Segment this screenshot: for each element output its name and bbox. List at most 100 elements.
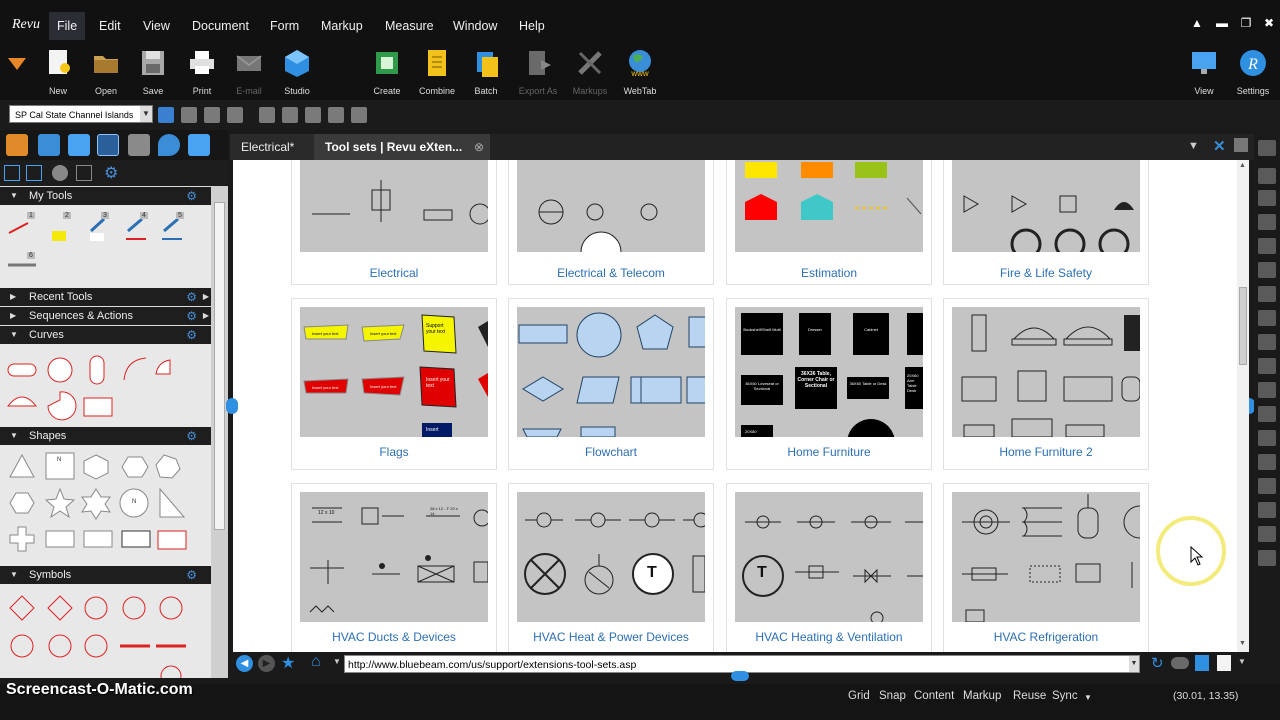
- quick-menu-icon[interactable]: [8, 58, 26, 72]
- section-recent-tools[interactable]: ▶ Recent Tools ⚙ ▶: [0, 288, 211, 306]
- bookmark-icon[interactable]: [1195, 655, 1209, 671]
- fill-icon[interactable]: [204, 107, 220, 123]
- scissors-icon[interactable]: [259, 107, 275, 123]
- panel-scrollbar[interactable]: [211, 186, 228, 678]
- minimize-icon[interactable]: ▬: [1215, 16, 1229, 30]
- help-up-icon[interactable]: ▲: [1190, 16, 1204, 30]
- close-icon[interactable]: ✖: [1262, 16, 1276, 30]
- url-dropdown-icon[interactable]: ▼: [1129, 656, 1139, 672]
- menu-window[interactable]: Window: [445, 12, 505, 40]
- status-content[interactable]: Content: [914, 690, 954, 702]
- menu-form[interactable]: Form: [262, 12, 307, 40]
- cloud-icon[interactable]: [1258, 358, 1276, 374]
- tab-tool-sets[interactable]: Tool sets | Revu eXten... ⊗: [314, 134, 490, 160]
- stamp-icon[interactable]: [1258, 214, 1276, 230]
- toolset-card-flags[interactable]: Insert your text Insert your text Suppor…: [291, 298, 497, 470]
- webtab-button[interactable]: www WebTab: [613, 46, 667, 98]
- paperclip-icon[interactable]: [305, 107, 321, 123]
- section-shapes[interactable]: ▼ Shapes ⚙: [0, 427, 211, 445]
- panel-tab-pages[interactable]: [188, 134, 210, 156]
- forward-icon[interactable]: ▶: [258, 655, 275, 672]
- toolset-card-hvac-heat-power[interactable]: T HVAC Heat & Power Devices: [508, 483, 714, 652]
- panel-tab-properties[interactable]: [6, 134, 28, 156]
- tab-menu-icon[interactable]: [1234, 138, 1248, 152]
- curve-tools[interactable]: [6, 350, 196, 426]
- toolset-card-hvac-refrigeration[interactable]: HVAC Refrigeration: [943, 483, 1149, 652]
- highlight-icon[interactable]: [1258, 238, 1276, 254]
- new-button[interactable]: New: [31, 46, 85, 98]
- menu-help[interactable]: Help: [511, 12, 553, 40]
- studio-button[interactable]: Studio: [270, 46, 324, 98]
- curve-icon[interactable]: [1258, 454, 1276, 470]
- measure-icon[interactable]: [1258, 502, 1276, 518]
- section-sequences-actions[interactable]: ▶ Sequences & Actions ⚙ ▶: [0, 307, 211, 325]
- card-title[interactable]: Home Furniture 2: [944, 445, 1148, 459]
- toolset-card-home-furniture-2[interactable]: Home Furniture 2: [943, 298, 1149, 470]
- status-sync[interactable]: Sync: [1052, 690, 1078, 702]
- home-icon[interactable]: ⌂: [311, 653, 321, 671]
- scroll-down-icon[interactable]: ▼: [1239, 640, 1246, 647]
- printer-icon[interactable]: [1258, 190, 1276, 206]
- sync-dropdown-icon[interactable]: ▼: [1084, 693, 1092, 702]
- open-button[interactable]: Open: [79, 46, 133, 98]
- toolset-card-fire-life-safety[interactable]: Fire & Life Safety: [943, 160, 1149, 285]
- status-markup[interactable]: Markup: [963, 690, 1001, 702]
- my-tools-icons[interactable]: [6, 213, 196, 283]
- panel-tab-layers[interactable]: [128, 134, 150, 156]
- save-button[interactable]: Save: [126, 46, 180, 98]
- image-icon[interactable]: [328, 107, 344, 123]
- eraser-tool-icon[interactable]: [1258, 478, 1276, 494]
- panel-splitter-left[interactable]: [226, 398, 238, 414]
- scale-icon[interactable]: [1258, 526, 1276, 542]
- menu-view[interactable]: View: [135, 12, 178, 40]
- toolset-card-hvac-ducts-devices[interactable]: 12 x 10 28 x 12 - F 20 x 14 HVAC Ducts &…: [291, 483, 497, 652]
- toolset-card-electrical[interactable]: Electrical: [291, 160, 497, 285]
- card-title[interactable]: HVAC Refrigeration: [944, 630, 1148, 644]
- toolset-card-home-furniture[interactable]: Bookshelf/Shelf Multi Dresser Cabinet 36…: [726, 298, 932, 470]
- polyline-icon[interactable]: [1258, 310, 1276, 326]
- binoculars-icon[interactable]: [1171, 657, 1189, 669]
- card-title[interactable]: Fire & Life Safety: [944, 266, 1148, 280]
- menu-measure[interactable]: Measure: [377, 12, 442, 40]
- tab-close-icon[interactable]: ⊗: [474, 134, 484, 160]
- close-tab-icon[interactable]: ✕: [1213, 137, 1226, 155]
- pen-icon[interactable]: [1258, 140, 1276, 156]
- toolset-card-electrical-telecom[interactable]: Electrical & Telecom: [508, 160, 714, 285]
- print-button[interactable]: Print: [175, 46, 229, 98]
- panel-tab-pen[interactable]: [38, 134, 60, 156]
- bottom-splitter[interactable]: [731, 671, 749, 681]
- markups-button[interactable]: Markups: [563, 46, 617, 98]
- section-curves[interactable]: ▼ Curves ⚙: [0, 326, 211, 344]
- paint-bucket-icon[interactable]: [158, 107, 174, 123]
- menu-document[interactable]: Document: [184, 12, 257, 40]
- arc-icon[interactable]: [1258, 334, 1276, 350]
- export-button[interactable]: Export As: [511, 46, 565, 98]
- content-scroll-thumb[interactable]: [1239, 287, 1247, 365]
- status-snap[interactable]: Snap: [879, 690, 906, 702]
- panel-tab-thumbnails[interactable]: [68, 134, 90, 156]
- card-title[interactable]: Electrical & Telecom: [509, 266, 713, 280]
- status-grid[interactable]: Grid: [848, 690, 870, 702]
- card-title[interactable]: Flowchart: [509, 445, 713, 459]
- tab-electrical[interactable]: Electrical*: [230, 134, 314, 160]
- panel-tab-tool-chest[interactable]: [97, 134, 119, 156]
- email-button[interactable]: E-mail: [222, 46, 276, 98]
- card-title[interactable]: HVAC Heat & Power Devices: [509, 630, 713, 644]
- card-title[interactable]: HVAC Heating & Ventilation: [727, 630, 931, 644]
- content-scrollbar[interactable]: ▲ ▼: [1237, 160, 1249, 652]
- back-icon[interactable]: ◀: [236, 655, 253, 672]
- gear-tool-icon[interactable]: [1258, 550, 1276, 566]
- restore-icon[interactable]: ❐: [1239, 16, 1253, 30]
- toolset-card-estimation[interactable]: Estimation: [726, 160, 932, 285]
- scroll-up-icon[interactable]: ▲: [1239, 162, 1246, 169]
- page-icon[interactable]: [1217, 655, 1231, 671]
- card-title[interactable]: Electrical: [292, 266, 496, 280]
- status-reuse[interactable]: Reuse: [1013, 690, 1046, 702]
- section-symbols[interactable]: ▼ Symbols ⚙: [0, 566, 211, 584]
- filter-icon[interactable]: [76, 165, 92, 181]
- arrow-icon[interactable]: [1258, 286, 1276, 302]
- batch-button[interactable]: Batch: [459, 46, 513, 98]
- panel-tab-location-icon[interactable]: [158, 134, 180, 156]
- line-icon[interactable]: [1258, 262, 1276, 278]
- arrow-up-icon[interactable]: [227, 107, 243, 123]
